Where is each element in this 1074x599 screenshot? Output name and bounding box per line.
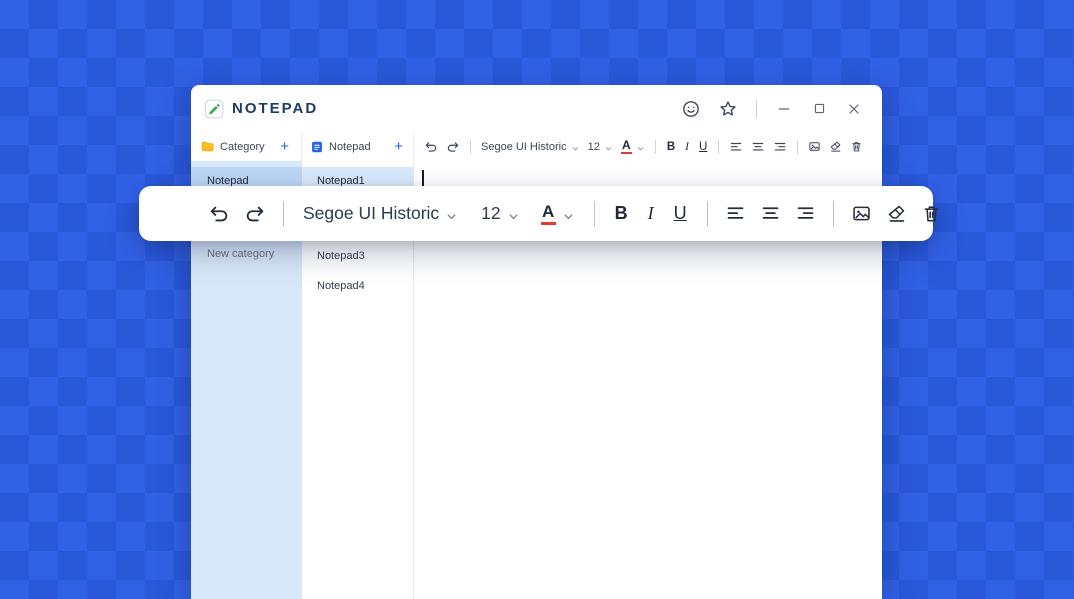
toolbar: Category + Notepad + Segoe UI Historic 1… [191, 132, 882, 161]
category-label: Category [220, 140, 265, 153]
italic-button[interactable]: I [648, 203, 654, 224]
font-size-select[interactable]: 12 [588, 141, 613, 153]
titlebar-controls [680, 98, 864, 120]
insert-image-icon[interactable] [851, 203, 872, 224]
font-color-button[interactable]: A [620, 138, 645, 154]
font-family-value: Segoe UI Historic [303, 203, 440, 223]
close-button[interactable] [844, 99, 864, 119]
font-size-value: 12 [587, 140, 600, 153]
underline-button[interactable]: U [699, 141, 707, 153]
toolbar-divider [470, 139, 471, 154]
maximize-button[interactable] [809, 99, 829, 119]
chevron-down-icon [571, 144, 580, 153]
font-size-select[interactable]: 12 [481, 203, 519, 224]
align-center-icon[interactable] [751, 140, 765, 154]
category-toolbar-group: Category + [191, 132, 302, 161]
font-family-select[interactable]: Segoe UI Historic [481, 141, 580, 153]
redo-icon[interactable] [244, 203, 266, 225]
app-identity: NOTEPAD [204, 99, 318, 119]
toolbar-divider [718, 139, 720, 154]
star-icon[interactable] [717, 98, 739, 120]
chevron-down-icon [636, 144, 645, 153]
folder-icon [200, 139, 215, 154]
toolbar-divider [832, 200, 834, 227]
bold-button[interactable]: B [615, 203, 628, 224]
minimize-button[interactable] [774, 99, 794, 119]
delete-icon[interactable] [850, 140, 863, 153]
notepad-window: NOTEPAD Category + Notepad + Segoe UI Hi… [191, 85, 882, 599]
titlebar: NOTEPAD [191, 85, 882, 132]
notepad-label: Notepad [329, 140, 371, 153]
align-center-icon[interactable] [760, 203, 781, 224]
toolbar-divider [593, 200, 595, 227]
text-caret [422, 170, 424, 186]
italic-button[interactable]: I [685, 141, 689, 153]
floating-format-toolbar: Segoe UI Historic 12 A B I U [139, 186, 939, 241]
chevron-down-icon [604, 144, 613, 153]
chevron-down-icon [562, 210, 575, 223]
notepad-toolbar-group: Notepad + [302, 132, 414, 161]
add-notepad-button[interactable]: + [394, 139, 403, 154]
titlebar-divider [756, 99, 757, 118]
toolbar-divider [797, 139, 799, 154]
font-color-icon: A [620, 138, 632, 154]
underline-button[interactable]: U [674, 203, 687, 224]
emoji-icon[interactable] [680, 98, 702, 120]
toolbar-divider [706, 200, 708, 227]
font-family-value: Segoe UI Historic [481, 140, 567, 153]
undo-icon[interactable] [208, 203, 230, 225]
toolbar-divider [654, 139, 656, 154]
chevron-down-icon [507, 210, 520, 223]
notepad-icon [310, 140, 324, 154]
align-left-icon[interactable] [725, 203, 746, 224]
bold-button[interactable]: B [667, 141, 675, 153]
font-family-select[interactable]: Segoe UI Historic [303, 203, 458, 224]
align-right-icon[interactable] [773, 140, 787, 154]
font-color-button[interactable]: A [540, 203, 575, 225]
clear-formatting-icon[interactable] [829, 140, 842, 153]
toolbar-divider [283, 200, 284, 227]
undo-icon[interactable] [424, 140, 438, 154]
app-title: NOTEPAD [232, 100, 319, 117]
note-item-notepad4[interactable]: Notepad4 [302, 272, 413, 300]
clear-formatting-icon[interactable] [886, 203, 907, 224]
font-color-icon: A [540, 203, 556, 225]
new-category-button[interactable]: New category [191, 242, 302, 266]
align-right-icon[interactable] [795, 203, 816, 224]
add-category-button[interactable]: + [280, 139, 289, 154]
redo-icon[interactable] [446, 140, 460, 154]
insert-image-icon[interactable] [808, 140, 821, 153]
note-item-notepad3[interactable]: Notepad3 [302, 242, 413, 270]
font-size-value: 12 [481, 203, 501, 223]
app-logo-icon [204, 99, 224, 119]
delete-icon[interactable] [921, 203, 942, 224]
desktop-background: NOTEPAD Category + Notepad + Segoe UI Hi… [0, 0, 1074, 599]
align-left-icon[interactable] [729, 140, 743, 154]
chevron-down-icon [445, 210, 458, 223]
